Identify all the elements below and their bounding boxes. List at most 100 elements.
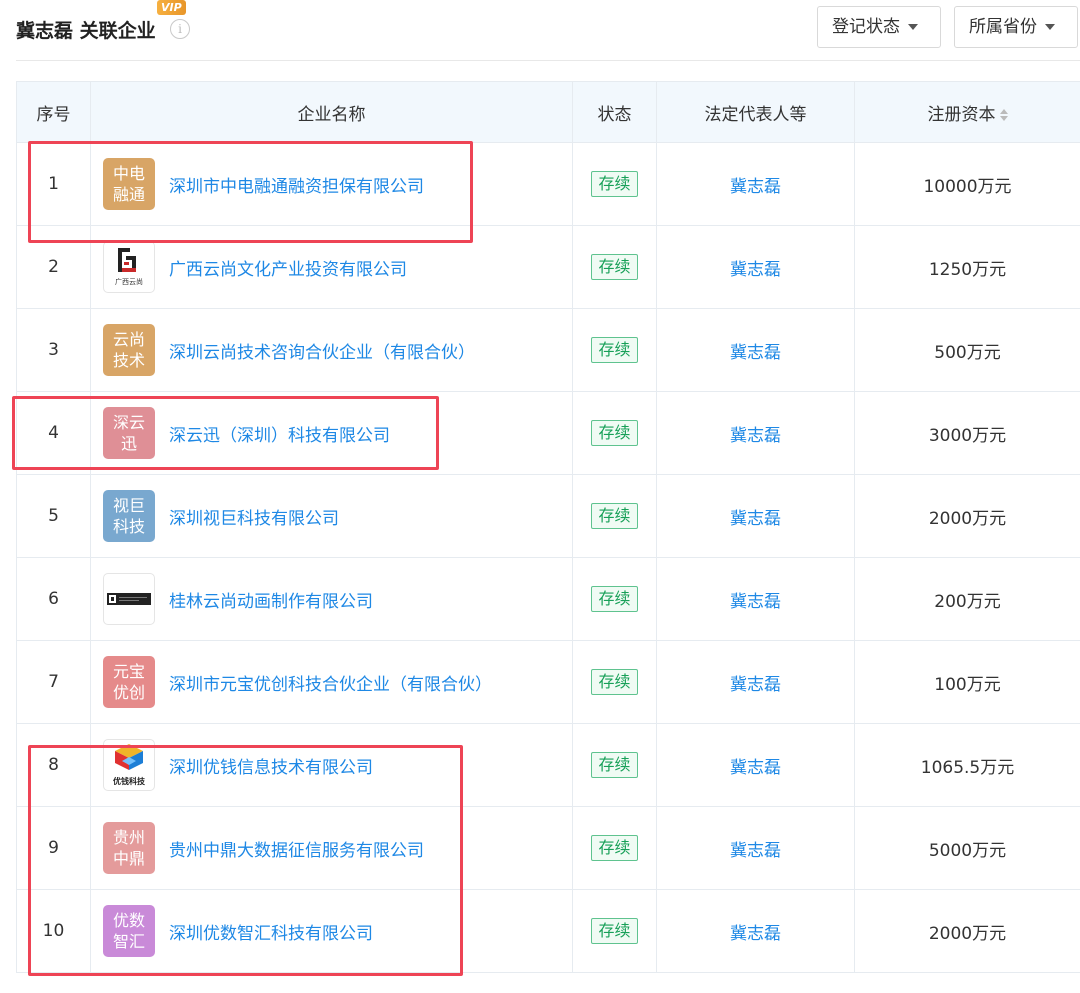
row-index: 10 (16, 889, 91, 973)
company-name-link[interactable]: 深圳优钱信息技术有限公司 (169, 753, 373, 778)
company-name-link[interactable]: 深圳市中电融通融资担保有限公司 (169, 172, 424, 197)
row-index: 9 (16, 806, 91, 890)
company-cell: 深云 迅深云迅（深圳）科技有限公司 (90, 391, 573, 475)
vip-badge: VIP (157, 0, 186, 15)
legal-rep-link[interactable]: 冀志磊 (730, 343, 781, 363)
company-logo[interactable]: 视巨 科技 (103, 490, 155, 542)
company-logo-text: 视巨 科技 (112, 496, 145, 536)
info-icon[interactable]: i (170, 19, 190, 39)
row-index: 4 (16, 391, 91, 475)
company-name-link[interactable]: 贵州中鼎大数据征信服务有限公司 (169, 836, 424, 861)
row-index: 3 (16, 308, 91, 392)
table-row[interactable]: 7 元宝 优创 深圳市元宝优创科技合伙企业（有限合伙） 存续 冀志磊 100万元 (16, 640, 1080, 724)
row-index: 2 (16, 225, 91, 309)
legal-rep-link[interactable]: 冀志磊 (730, 592, 781, 612)
legal-rep-link[interactable]: 冀志磊 (730, 426, 781, 446)
company-logo-text: 深云 迅 (112, 413, 145, 453)
registered-capital: 2000万元 (854, 474, 1080, 558)
status-badge: 存续 (591, 337, 638, 363)
company-name-link[interactable]: 深云迅（深圳）科技有限公司 (169, 421, 390, 446)
company-logo-text: 云尚 技术 (112, 330, 145, 370)
company-logo[interactable]: 元宝 优创 (103, 656, 155, 708)
caret-down-icon (908, 24, 918, 30)
status-cell: 存续 (572, 391, 657, 475)
table-row[interactable]: 9 贵州 中鼎 贵州中鼎大数据征信服务有限公司 存续 冀志磊 5000万元 (16, 806, 1080, 890)
table-row[interactable]: 6 桂林云尚动画制作有限公司 存续 冀志磊 200万元 (16, 557, 1080, 641)
legal-rep-cell: 冀志磊 (656, 723, 855, 807)
sort-icon[interactable] (999, 108, 1008, 121)
status-badge: 存续 (591, 586, 638, 612)
status-badge: 存续 (591, 171, 638, 197)
company-logo[interactable]: 云尚 技术 (103, 324, 155, 376)
status-badge: 存续 (591, 918, 638, 944)
header-divider (16, 60, 1080, 61)
column-header-status: 状态 (572, 81, 657, 143)
legal-rep-link[interactable]: 冀志磊 (730, 260, 781, 280)
company-cell: 云尚 技术 深圳云尚技术咨询合伙企业（有限合伙） (90, 308, 573, 392)
row-index: 1 (16, 142, 91, 226)
row-index: 6 (16, 557, 91, 641)
registered-capital: 2000万元 (854, 889, 1080, 973)
company-name-link[interactable]: 深圳市元宝优创科技合伙企业（有限合伙） (169, 670, 492, 695)
company-logo-text: 元宝 优创 (112, 662, 145, 702)
status-cell: 存续 (572, 142, 657, 226)
company-name-link[interactable]: 深圳视巨科技有限公司 (169, 504, 339, 529)
company-logo[interactable]: 优数 智汇 (103, 905, 155, 957)
company-logo[interactable]: 贵州 中鼎 (103, 822, 155, 874)
guilin-yunshang-logo[interactable] (103, 573, 155, 625)
legal-rep-link[interactable]: 冀志磊 (730, 675, 781, 695)
table-row[interactable]: 2 广西云尚 广西云尚文化产业投资有限公司 存续 冀志磊 1250万元 (16, 225, 1080, 309)
province-label: 所属省份 (969, 17, 1037, 37)
registered-capital: 1065.5万元 (854, 723, 1080, 807)
legal-rep-cell: 冀志磊 (656, 225, 855, 309)
table-row[interactable]: 1 中电 融通 深圳市中电融通融资担保有限公司 存续 冀志磊 10000万元 (16, 142, 1080, 226)
company-cell: 优钱科技 深圳优钱信息技术有限公司 (90, 723, 573, 807)
table-row[interactable]: 8 优钱科技 深圳优钱信息技术有限公司 存续 冀志磊 1065.5万元 (16, 723, 1080, 807)
status-cell: 存续 (572, 723, 657, 807)
column-header-capital[interactable]: 注册资本 (854, 81, 1080, 143)
status-badge: 存续 (591, 669, 638, 695)
legal-rep-link[interactable]: 冀志磊 (730, 758, 781, 778)
legal-rep-cell: 冀志磊 (656, 806, 855, 890)
page-header: 冀志磊 关联企业 VIP i 登记状态 所属省份 (0, 0, 1080, 60)
registered-capital: 5000万元 (854, 806, 1080, 890)
status-cell: 存续 (572, 640, 657, 724)
legal-rep-link[interactable]: 冀志磊 (730, 177, 781, 197)
status-badge: 存续 (591, 752, 638, 778)
table-row[interactable]: 5 视巨 科技 深圳视巨科技有限公司 存续 冀志磊 2000万元 (16, 474, 1080, 558)
status-cell: 存续 (572, 474, 657, 558)
company-name-link[interactable]: 深圳云尚技术咨询合伙企业（有限合伙） (169, 338, 475, 363)
company-logo[interactable]: 深云 迅 (103, 407, 155, 459)
row-index: 5 (16, 474, 91, 558)
company-cell: 视巨 科技 深圳视巨科技有限公司 (90, 474, 573, 558)
table-header-row: 序号 企业名称 状态 法定代表人等 注册资本 (16, 81, 1080, 143)
company-cell: 元宝 优创 深圳市元宝优创科技合伙企业（有限合伙） (90, 640, 573, 724)
legal-rep-link[interactable]: 冀志磊 (730, 841, 781, 861)
company-cell: 中电 融通 深圳市中电融通融资担保有限公司 (90, 142, 573, 226)
logo-text: 优钱科技 (113, 776, 146, 786)
company-logo-text: 中电 融通 (112, 164, 145, 204)
legal-rep-link[interactable]: 冀志磊 (730, 509, 781, 529)
company-cell: 贵州 中鼎 贵州中鼎大数据征信服务有限公司 (90, 806, 573, 890)
legal-rep-cell: 冀志磊 (656, 308, 855, 392)
table-row[interactable]: 10 优数 智汇 深圳优数智汇科技有限公司 存续 冀志磊 2000万元 (16, 889, 1080, 973)
registered-capital: 10000万元 (854, 142, 1080, 226)
page-title: 冀志磊 关联企业 (16, 20, 156, 42)
province-dropdown[interactable]: 所属省份 (954, 6, 1078, 48)
youqian-tech-logo[interactable]: 优钱科技 (103, 739, 155, 791)
company-cell: 广西云尚 广西云尚文化产业投资有限公司 (90, 225, 573, 309)
guangxi-yunshang-logo[interactable]: 广西云尚 (103, 241, 155, 293)
status-cell: 存续 (572, 557, 657, 641)
registered-capital: 3000万元 (854, 391, 1080, 475)
company-logo[interactable]: 中电 融通 (103, 158, 155, 210)
legal-rep-cell: 冀志磊 (656, 557, 855, 641)
legal-rep-link[interactable]: 冀志磊 (730, 924, 781, 944)
table-row[interactable]: 3 云尚 技术 深圳云尚技术咨询合伙企业（有限合伙） 存续 冀志磊 500万元 (16, 308, 1080, 392)
registration-status-dropdown[interactable]: 登记状态 (817, 6, 941, 48)
company-name-link[interactable]: 桂林云尚动画制作有限公司 (169, 587, 373, 612)
company-name-link[interactable]: 深圳优数智汇科技有限公司 (169, 919, 373, 944)
company-name-link[interactable]: 广西云尚文化产业投资有限公司 (169, 255, 407, 280)
status-cell: 存续 (572, 225, 657, 309)
caret-down-icon (1045, 24, 1055, 30)
table-row[interactable]: 4 深云 迅深云迅（深圳）科技有限公司 存续 冀志磊 3000万元 (16, 391, 1080, 475)
